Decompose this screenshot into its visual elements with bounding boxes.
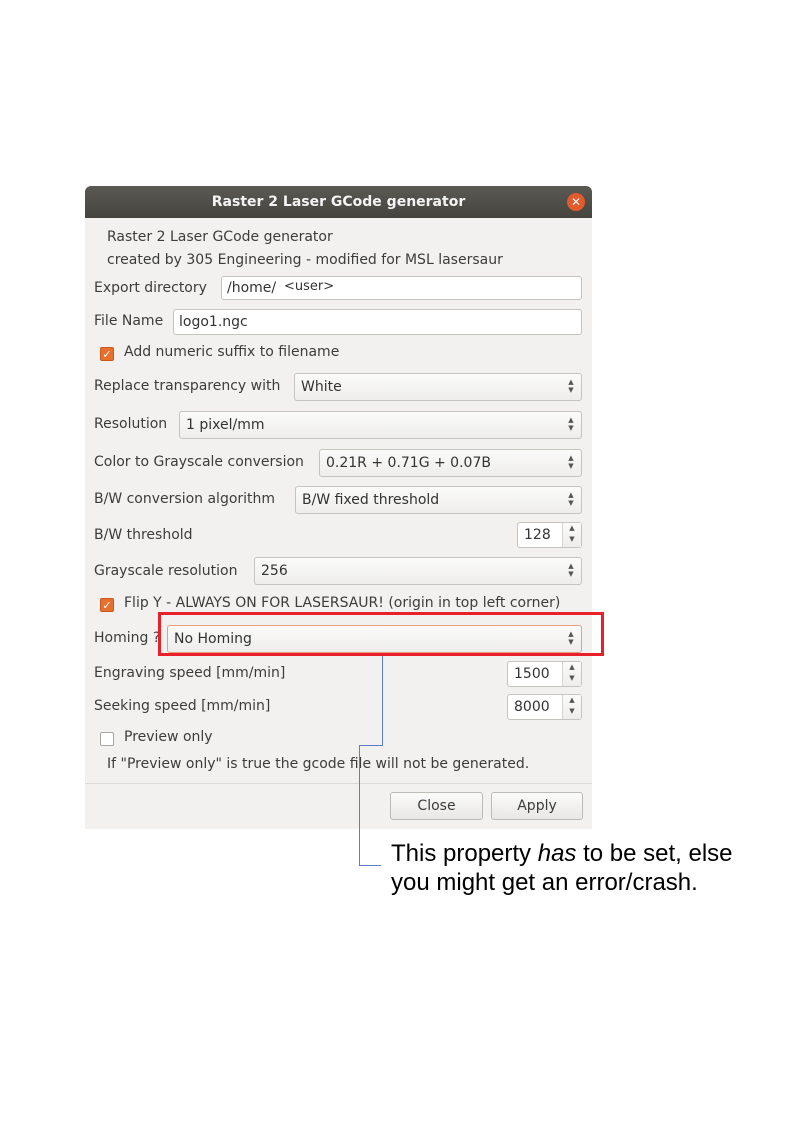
updown-arrows-icon: ▲ ▼ xyxy=(568,491,574,507)
seeking-speed-value: 8000 xyxy=(514,699,550,715)
annotation-part2: to be set, else xyxy=(576,840,733,867)
updown-arrows-icon: ▲ ▼ xyxy=(568,454,574,470)
spin-arrows-icon[interactable]: ▲ ▼ xyxy=(562,523,581,547)
spin-arrows-icon[interactable]: ▲ ▼ xyxy=(562,695,581,719)
transparency-select[interactable]: White ▲ ▼ xyxy=(294,373,582,401)
homing-label: Homing ? xyxy=(94,630,161,646)
updown-arrows-icon: ▲ ▼ xyxy=(568,562,574,578)
resolution-label: Resolution xyxy=(94,416,168,432)
bw-algorithm-select[interactable]: B/W fixed threshold ▲ ▼ xyxy=(295,486,582,514)
callout-line-horizontal-1 xyxy=(359,745,383,746)
grayscale-conversion-label: Color to Grayscale conversion xyxy=(94,454,304,470)
preview-only-checkbox[interactable] xyxy=(100,732,114,746)
close-icon[interactable]: ✕ xyxy=(567,193,585,211)
preview-only-label: Preview only xyxy=(124,729,213,745)
annotation-note: This property has to be set, else you mi… xyxy=(391,839,791,897)
resolution-select[interactable]: 1 pixel/mm ▲ ▼ xyxy=(179,411,582,439)
engraving-speed-value: 1500 xyxy=(514,666,550,682)
flip-y-checkbox[interactable]: ✓ xyxy=(100,598,114,612)
dialog-window: Raster 2 Laser GCode generator ✕ Raster … xyxy=(85,186,592,829)
bw-threshold-value: 128 xyxy=(524,527,551,543)
file-name-field[interactable]: logo1.ngc xyxy=(173,309,582,335)
callout-line-vertical-2 xyxy=(359,745,360,866)
homing-highlight-box xyxy=(158,612,604,656)
updown-arrows-icon: ▲ ▼ xyxy=(568,378,574,394)
transparency-label: Replace transparency with xyxy=(94,378,281,394)
export-directory-label: Export directory xyxy=(94,280,207,296)
callout-line-vertical-1 xyxy=(382,656,383,746)
flip-y-label: Flip Y - ALWAYS ON FOR LASERSAUR! (origi… xyxy=(124,595,561,611)
annotation-line2: you might get an error/crash. xyxy=(391,869,698,896)
annotation-emphasis: has xyxy=(537,840,577,867)
bw-threshold-label: B/W threshold xyxy=(94,527,193,543)
grayscale-resolution-value: 256 xyxy=(261,563,288,579)
engraving-speed-label: Engraving speed [mm/min] xyxy=(94,665,286,681)
updown-arrows-icon: ▲ ▼ xyxy=(568,416,574,432)
bw-threshold-spinbox[interactable]: 128 ▲ ▼ xyxy=(517,522,582,548)
close-button[interactable]: Close xyxy=(390,792,483,820)
header-line-2: created by 305 Engineering - modified fo… xyxy=(107,252,503,268)
numeric-suffix-label: Add numeric suffix to filename xyxy=(124,344,340,360)
grayscale-conversion-value: 0.21R + 0.71G + 0.07B xyxy=(326,455,491,471)
file-name-value: logo1.ngc xyxy=(179,314,248,330)
seeking-speed-label: Seeking speed [mm/min] xyxy=(94,698,271,714)
user-placeholder-tag: <user> xyxy=(284,277,374,299)
grayscale-conversion-select[interactable]: 0.21R + 0.71G + 0.07B ▲ ▼ xyxy=(319,449,582,477)
spin-arrows-icon[interactable]: ▲ ▼ xyxy=(562,662,581,686)
annotation-part1: This property xyxy=(391,840,538,867)
seeking-speed-spinbox[interactable]: 8000 ▲ ▼ xyxy=(507,694,582,720)
numeric-suffix-checkbox[interactable]: ✓ xyxy=(100,347,114,361)
preview-note: If "Preview only" is true the gcode file… xyxy=(107,756,530,772)
window-title: Raster 2 Laser GCode generator xyxy=(211,194,466,210)
transparency-value: White xyxy=(301,379,342,395)
callout-line-horizontal-2 xyxy=(359,865,381,866)
grayscale-resolution-label: Grayscale resolution xyxy=(94,563,238,579)
export-directory-value: /home/ xyxy=(227,280,277,296)
header-line-1: Raster 2 Laser GCode generator xyxy=(107,229,333,245)
button-separator xyxy=(85,783,592,784)
apply-button[interactable]: Apply xyxy=(491,792,583,820)
export-directory-field[interactable]: /home/ <user> xyxy=(221,276,582,300)
engraving-speed-spinbox[interactable]: 1500 ▲ ▼ xyxy=(507,661,582,687)
bw-algorithm-value: B/W fixed threshold xyxy=(302,492,440,508)
bw-algorithm-label: B/W conversion algorithm xyxy=(94,491,276,507)
grayscale-resolution-select[interactable]: 256 ▲ ▼ xyxy=(254,557,582,585)
resolution-value: 1 pixel/mm xyxy=(186,417,265,433)
title-bar[interactable]: Raster 2 Laser GCode generator ✕ xyxy=(85,186,592,218)
file-name-label: File Name xyxy=(94,313,164,329)
